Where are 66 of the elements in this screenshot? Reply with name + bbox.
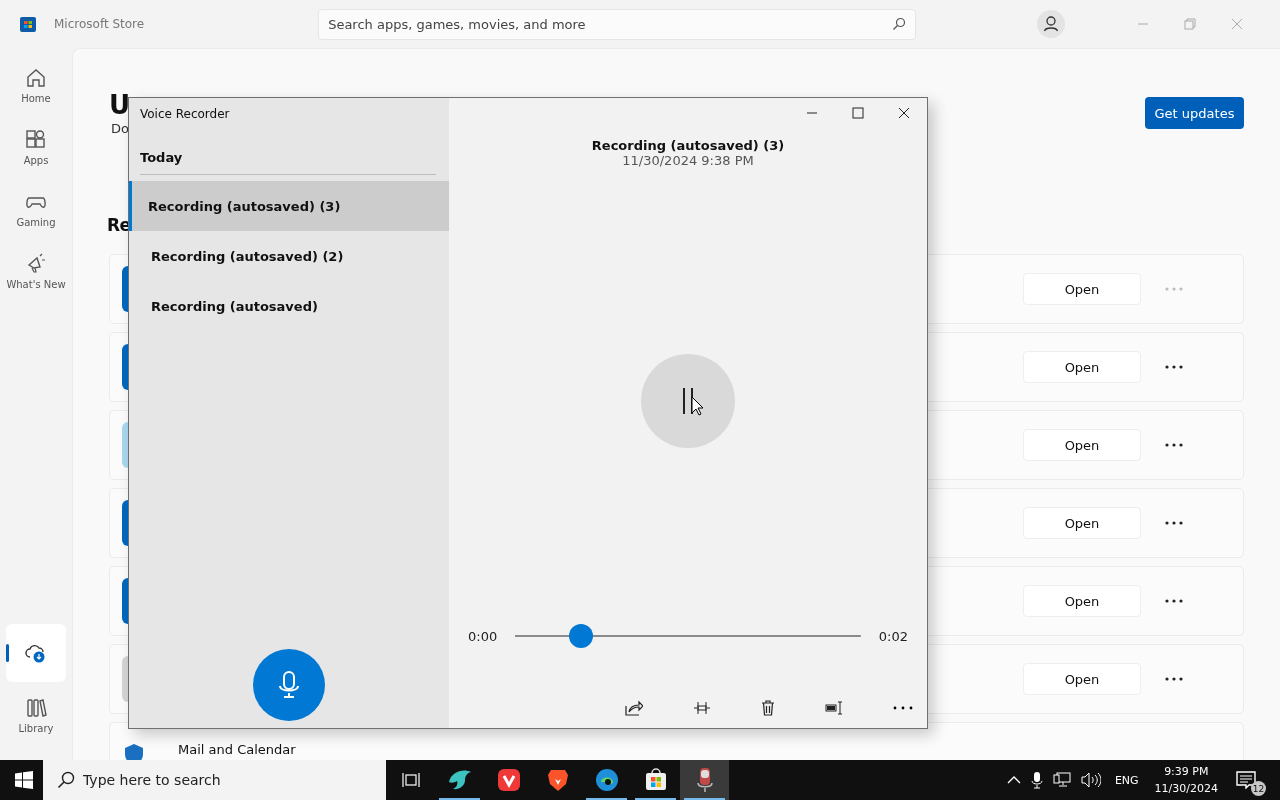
search-icon[interactable] <box>892 16 907 31</box>
clock-time[interactable]: 9:39 PM <box>1164 763 1209 780</box>
get-updates-button[interactable]: Get updates <box>1145 97 1244 129</box>
apps-icon <box>25 128 47 151</box>
language-indicator[interactable]: ENG <box>1114 773 1139 787</box>
more-icon[interactable] <box>893 706 913 710</box>
taskbar-search-field[interactable]: Type here to search <box>43 760 386 800</box>
shield-icon <box>122 742 146 760</box>
close-icon[interactable] <box>898 107 910 119</box>
notification-count: 12 <box>1251 781 1266 796</box>
task-view-icon <box>401 772 420 788</box>
nav-item[interactable]: Apps <box>6 118 66 176</box>
recording-item[interactable]: Recording (autosaved) (3) <box>129 181 449 231</box>
bird-icon <box>446 768 473 792</box>
recording-item[interactable]: Recording (autosaved) <box>129 281 449 331</box>
more-icon[interactable] <box>1165 443 1183 447</box>
app-title: Microsoft Store <box>54 17 145 31</box>
maximize-icon[interactable] <box>852 107 864 119</box>
open-button[interactable]: Open <box>1023 351 1141 383</box>
recording-date: 11/30/2024 9:38 PM <box>622 153 754 168</box>
taskbar-app[interactable] <box>680 760 729 800</box>
more-icon[interactable] <box>1165 365 1183 369</box>
nav-item[interactable]: Gaming <box>6 180 66 238</box>
nav-item[interactable]: Home <box>6 56 66 114</box>
microphone-icon[interactable] <box>1030 771 1043 789</box>
microphone-icon <box>278 670 300 700</box>
megaphone-icon <box>25 252 47 275</box>
delete-icon[interactable] <box>761 700 775 716</box>
nav-item[interactable] <box>6 624 66 682</box>
open-button[interactable]: Open <box>1023 273 1141 305</box>
microphone-icon <box>695 767 714 793</box>
library-icon <box>25 696 47 719</box>
store-icon <box>643 768 668 792</box>
volume-icon[interactable] <box>1080 772 1101 788</box>
open-button[interactable]: Open <box>1023 507 1141 539</box>
more-icon[interactable] <box>1165 599 1183 603</box>
open-button[interactable]: Open <box>1023 429 1141 461</box>
clock-date[interactable]: 11/30/2024 <box>1154 780 1218 797</box>
search-field[interactable]: Search apps, games, movies, and more <box>318 8 917 40</box>
slider-thumb[interactable] <box>568 624 593 648</box>
network-icon[interactable] <box>1052 772 1071 788</box>
cursor-icon <box>691 396 704 416</box>
share-icon[interactable] <box>625 700 643 716</box>
windows-start-icon[interactable] <box>15 771 33 789</box>
chevron-up-icon[interactable] <box>1006 775 1021 785</box>
page-subheading: Do <box>111 121 130 136</box>
recording-title: Recording (autosaved) (3) <box>591 138 785 153</box>
store-logo-icon <box>20 16 36 32</box>
app-name: Mail and Calendar <box>178 742 296 757</box>
avatar-icon[interactable] <box>1037 10 1066 38</box>
home-icon <box>25 66 47 89</box>
trim-icon[interactable] <box>693 701 711 715</box>
more-icon[interactable] <box>1165 521 1183 525</box>
nav-item[interactable]: Library <box>6 686 66 744</box>
window-title: Voice Recorder <box>139 106 231 123</box>
more-icon[interactable] <box>1165 677 1183 681</box>
nav-item[interactable]: What's New <box>6 242 66 300</box>
open-button[interactable]: Open <box>1023 585 1141 617</box>
group-heading: Today <box>139 149 184 167</box>
page-heading: U <box>109 89 131 121</box>
rename-icon[interactable] <box>825 701 843 715</box>
recording-item[interactable]: Recording (autosaved) (2) <box>129 231 449 281</box>
elapsed-time: 0:00 <box>468 628 498 644</box>
open-button[interactable]: Open <box>1023 663 1141 695</box>
pause-icon <box>680 387 696 415</box>
duration-time: 0:02 <box>878 628 908 644</box>
